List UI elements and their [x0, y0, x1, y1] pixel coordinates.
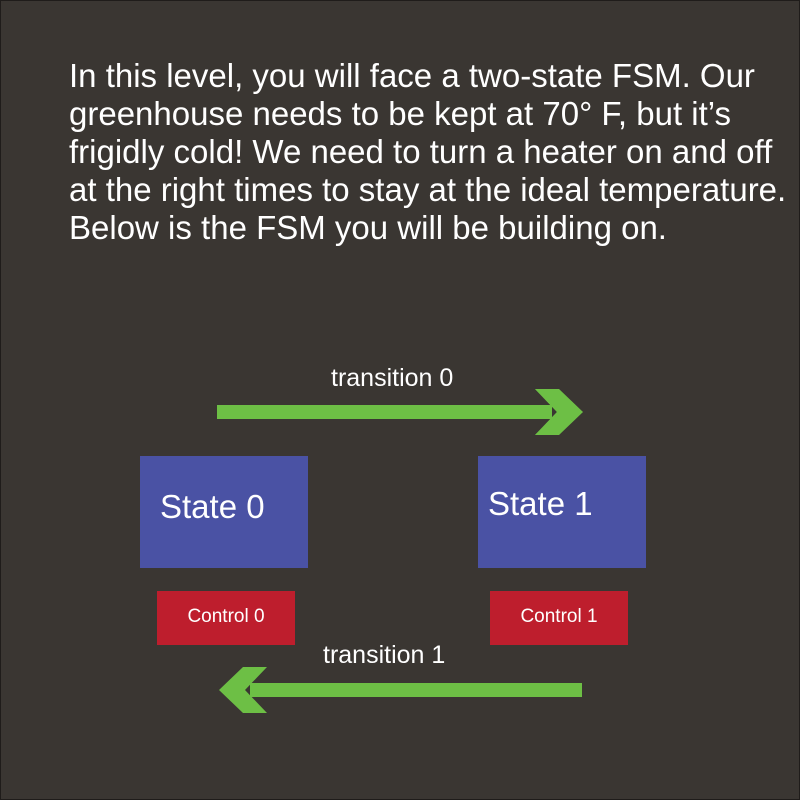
state-1-label: State 1 — [488, 485, 593, 522]
transition-1-arrow-icon — [219, 667, 582, 713]
transition-0-arrow-icon — [217, 389, 583, 435]
state-1-node[interactable]: State 1 — [478, 456, 646, 568]
state-0-node[interactable]: State 0 — [140, 456, 308, 568]
control-0-box[interactable]: Control 0 — [157, 591, 295, 645]
state-0-label: State 0 — [160, 488, 265, 525]
level-description: In this level, you will face a two-state… — [69, 57, 787, 246]
level-intro-panel: In this level, you will face a two-state… — [0, 0, 800, 800]
control-0-label: Control 0 — [187, 606, 265, 627]
control-1-label: Control 1 — [520, 606, 598, 627]
control-1-box[interactable]: Control 1 — [490, 591, 628, 645]
